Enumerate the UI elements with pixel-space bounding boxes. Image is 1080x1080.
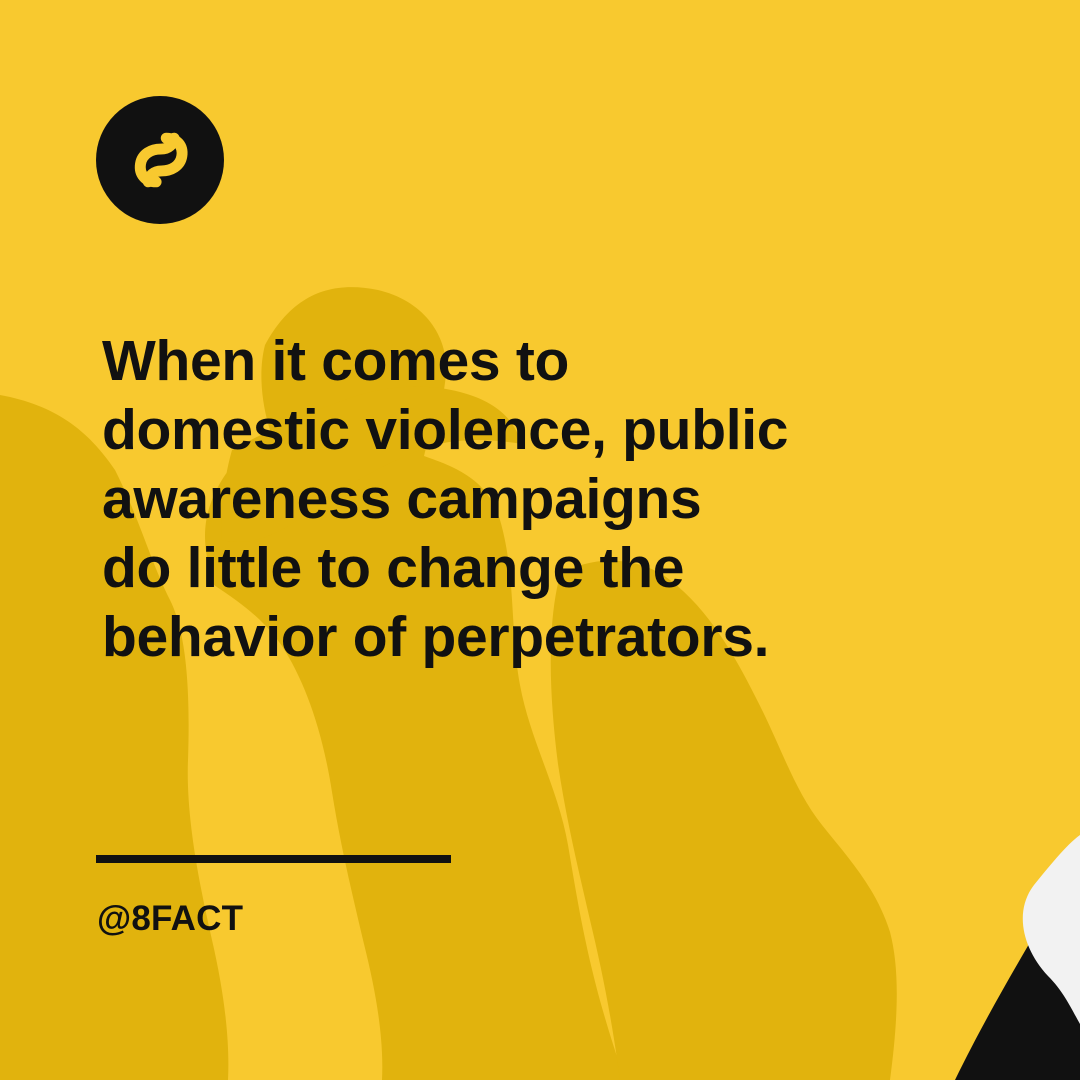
infinity-eight-icon (134, 132, 188, 188)
headline-line-4: do little to change the (102, 536, 685, 600)
headline-line-1: When it comes to (102, 329, 570, 393)
headline-line-3: awareness campaigns (102, 467, 702, 531)
social-card: When it comes to domestic violence, publ… (0, 0, 1080, 1080)
headline-line-2: domestic violence, public (102, 398, 789, 462)
brand-logo (96, 96, 224, 224)
social-handle: @8FACT (97, 899, 244, 938)
headline-divider (96, 855, 451, 863)
headline-line-5: behavior of perpetrators. (102, 605, 770, 669)
headline: When it comes to domestic violence, publ… (102, 327, 1002, 672)
